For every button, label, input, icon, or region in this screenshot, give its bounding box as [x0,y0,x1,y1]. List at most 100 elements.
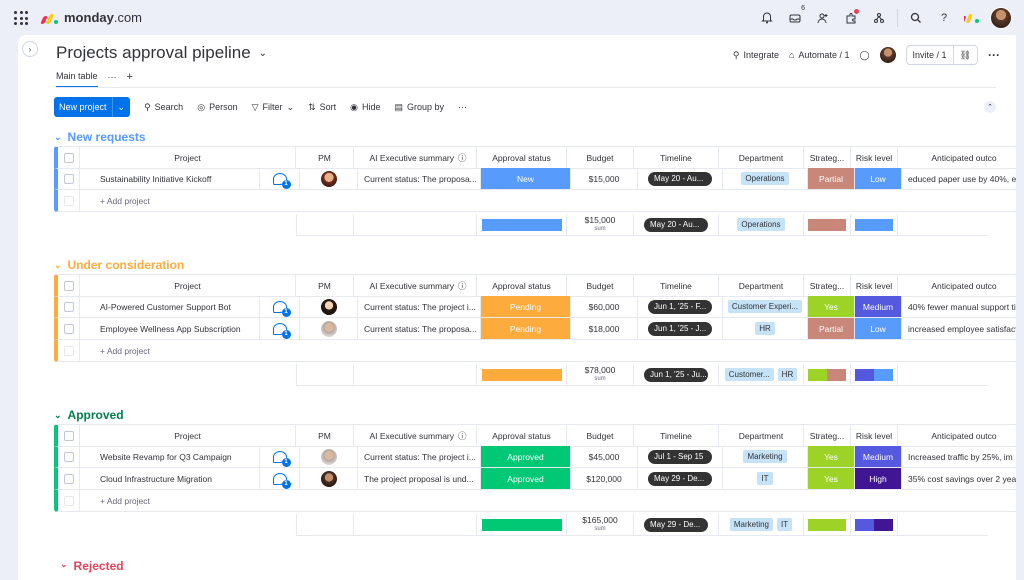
info-icon[interactable]: ⓘ [458,152,467,164]
bell-icon[interactable] [757,8,777,28]
chevron-down-icon[interactable]: ⌄ [54,410,62,421]
column-header-strategic[interactable]: Strateg... [804,147,851,169]
summary-department[interactable]: Customer... HR [719,364,804,386]
checkbox[interactable] [63,473,74,484]
strategic-distribution-bar[interactable] [808,368,846,381]
apps-grid-icon[interactable] [14,11,28,25]
ai-summary-cell[interactable]: The project proposal is und... [358,468,481,490]
chevron-down-icon[interactable]: ⌄ [54,260,62,271]
column-header-department[interactable]: Department [719,275,804,297]
risk-distribution-bar[interactable] [855,518,893,531]
column-header-timeline[interactable]: Timeline [634,147,719,169]
budget-cell[interactable]: $15,000 [571,168,638,190]
pm-cell[interactable] [300,446,358,468]
summary-risk[interactable] [851,214,898,236]
status-distribution-bar[interactable] [481,518,562,531]
tab-more-icon[interactable]: ··· [108,72,117,87]
conversation-icon[interactable]: 1 [272,172,291,189]
link-icon[interactable]: ⛓ [952,46,977,64]
summary-status[interactable] [477,364,567,386]
search-button[interactable]: ⚲ Search [144,102,183,113]
summary-budget[interactable]: $165,000 sum [567,514,634,536]
table-row[interactable]: Sustainability Initiative Kickoff 1 Curr… [54,168,1016,190]
column-header-ai-summary[interactable]: AI Executive summary ⓘ [354,147,477,169]
automate-button[interactable]: ⌂ Automate / 1 [789,50,849,60]
timeline-cell[interactable]: Jul 1 - Sep 15 [638,446,723,468]
pm-avatar[interactable] [320,320,337,337]
add-project-link[interactable]: + Add project [80,190,1016,212]
chevron-down-icon[interactable]: ⌄ [259,48,267,59]
ai-summary-cell[interactable]: Current status: The project i... [358,446,481,468]
budget-cell[interactable]: $18,000 [571,318,638,340]
timeline-cell[interactable]: Jun 1, '25 - F... [638,296,723,318]
summary-strategic[interactable] [804,364,851,386]
approval-status-cell[interactable]: Approved [481,468,571,490]
column-header-project[interactable]: Project [80,425,296,447]
column-header-ai-summary[interactable]: AI Executive summary ⓘ [354,275,477,297]
conversation-icon[interactable]: 1 [272,300,291,317]
row-checkbox-cell[interactable] [54,318,80,340]
checkbox[interactable] [63,430,74,441]
anticipated-outcome-cell[interactable]: educed paper use by 40%, e [902,168,1016,190]
column-header-approval-status[interactable]: Approval status [477,147,567,169]
checkbox[interactable] [63,152,74,163]
table-row[interactable]: AI-Powered Customer Support Bot 1 Curren… [54,296,1016,318]
timeline-cell[interactable]: May 29 - De... [638,468,723,490]
group-title[interactable]: ⌄ Approved [54,408,124,422]
help-icon[interactable]: ? [934,8,954,28]
risk-level-cell[interactable]: Medium [855,446,902,468]
checkbox[interactable] [63,280,74,291]
anticipated-outcome-cell[interactable]: 35% cost savings over 2 year [902,468,1016,490]
select-all-checkbox-cell[interactable] [54,147,80,169]
invite-members-icon[interactable] [813,8,833,28]
pm-cell[interactable] [300,296,358,318]
risk-level-cell[interactable]: Low [855,168,902,190]
summary-department[interactable]: Operations [719,214,804,236]
search-icon[interactable] [906,8,926,28]
tab-main-table[interactable]: Main table [56,71,98,88]
department-cell[interactable]: Operations [723,168,808,190]
column-header-budget[interactable]: Budget [567,147,634,169]
strategic-cell[interactable]: Partial [808,168,855,190]
group-title-rejected[interactable]: ⌄ Rejected [60,559,124,573]
add-project-row[interactable]: + Add project [54,340,1016,362]
summary-strategic[interactable] [804,214,851,236]
select-all-checkbox-cell[interactable] [54,275,80,297]
person-filter-button[interactable]: ◎ Person [197,102,237,113]
add-project-link[interactable]: + Add project [80,490,1016,512]
risk-distribution-bar[interactable] [855,368,893,381]
anticipated-outcome-cell[interactable]: 40% fewer manual support ti [902,296,1016,318]
column-header-approval-status[interactable]: Approval status [477,425,567,447]
column-header-risk[interactable]: Risk level [851,275,898,297]
column-header-risk[interactable]: Risk level [851,425,898,447]
strategic-distribution-bar[interactable] [808,518,846,531]
summary-status[interactable] [477,214,567,236]
pm-avatar[interactable] [320,298,337,315]
updates-cell[interactable]: 1 [260,446,300,468]
column-header-pm[interactable]: PM [296,425,354,447]
group-title[interactable]: ⌄ Under consideration [54,258,184,272]
pm-avatar[interactable] [320,448,337,465]
project-name-cell[interactable]: AI-Powered Customer Support Bot [80,296,260,318]
chevron-down-icon[interactable]: ⌄ [54,132,62,143]
budget-cell[interactable]: $120,000 [571,468,638,490]
risk-level-cell[interactable]: Low [855,318,902,340]
updates-cell[interactable]: 1 [260,168,300,190]
more-options-icon[interactable]: ··· [988,48,1000,62]
project-name-cell[interactable]: Website Revamp for Q3 Campaign [80,446,260,468]
filter-button[interactable]: ▽ Filter ⌄ [252,102,294,113]
approval-status-cell[interactable]: Approved [481,446,571,468]
status-distribution-bar[interactable] [481,368,562,381]
summary-risk[interactable] [851,364,898,386]
summary-timeline[interactable]: May 29 - De... [634,514,719,536]
summary-budget[interactable]: $78,000 sum [567,364,634,386]
updates-button[interactable]: ◯ [859,50,869,61]
checkbox[interactable] [63,323,74,334]
approval-status-cell[interactable]: Pending [481,318,571,340]
pm-cell[interactable] [300,168,358,190]
pm-avatar[interactable] [320,470,337,487]
checkbox[interactable] [63,173,74,184]
row-checkbox-cell[interactable] [54,446,80,468]
strategic-cell[interactable]: Yes [808,296,855,318]
strategic-distribution-bar[interactable] [808,218,846,231]
